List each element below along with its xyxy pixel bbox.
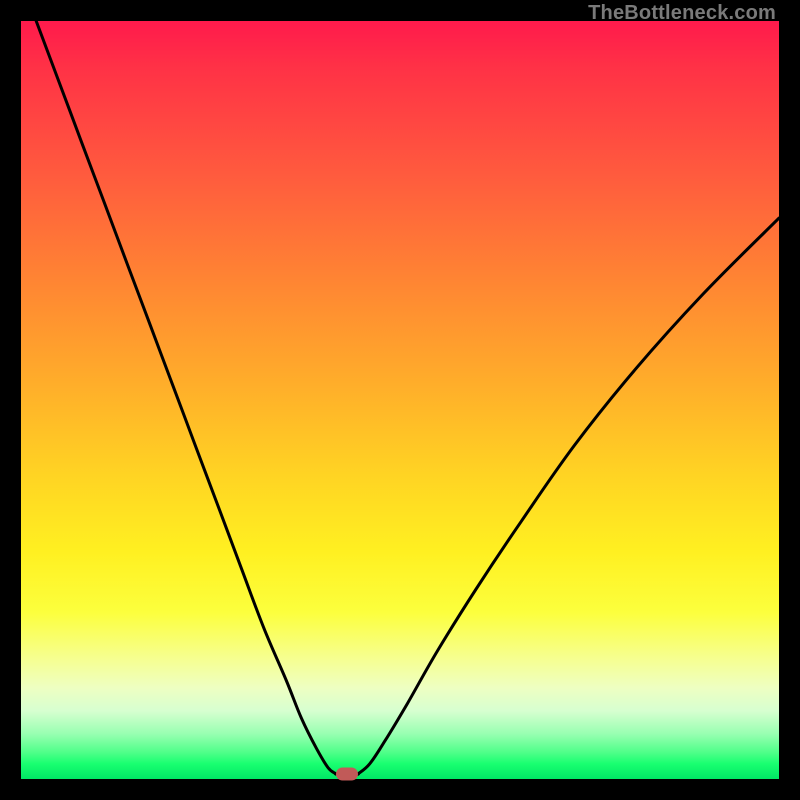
minimum-marker [336,768,358,781]
bottleneck-curve [36,21,779,775]
outer-frame: TheBottleneck.com [0,0,800,800]
watermark-text: TheBottleneck.com [588,2,776,25]
curve-overlay [21,21,779,779]
